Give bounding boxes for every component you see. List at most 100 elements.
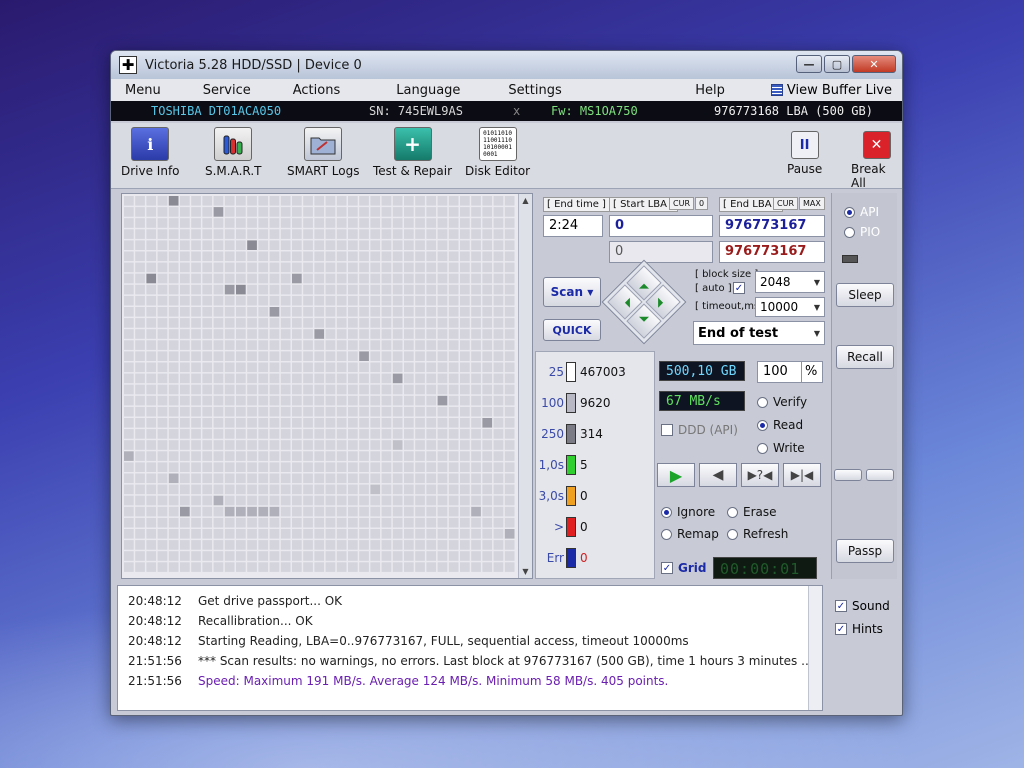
action-refresh-radio[interactable]: Refresh (727, 527, 788, 541)
grid-cell (404, 440, 414, 450)
grid-scrollbar[interactable]: ▲ ▼ (518, 194, 532, 578)
passp-button[interactable]: Passp (836, 539, 894, 563)
grid-cell (124, 473, 134, 484)
grid-cell (258, 484, 269, 495)
api-radio[interactable]: API (844, 205, 879, 219)
grid-cell (448, 273, 459, 284)
checkmark-icon: ✓ (733, 282, 745, 294)
grid-cell (392, 240, 403, 250)
mode-verify-radio[interactable]: Verify (757, 395, 807, 409)
end-button[interactable]: ▶|◀ (783, 463, 821, 487)
grid-cell (224, 340, 235, 350)
grid-cell (325, 473, 336, 484)
grid-cell (504, 462, 515, 472)
grid-cell (504, 329, 515, 339)
play-reverse-button[interactable]: ◀ (699, 463, 737, 487)
block-size-select[interactable]: 2048 ▼ (755, 271, 825, 293)
grid-cell (359, 551, 369, 561)
play-forward-button[interactable]: ▶ (657, 463, 695, 487)
end-cur-button[interactable]: CUR (773, 197, 798, 210)
end-of-test-select[interactable]: End of test ▼ (693, 321, 825, 345)
grid-cell (392, 207, 403, 217)
menu-language[interactable]: Language (386, 83, 470, 98)
grid-cell (381, 196, 392, 206)
grid-cell (348, 562, 358, 572)
smart-button[interactable]: S.M.A.R.T (205, 127, 261, 178)
timeout-select[interactable]: 10000 ▼ (755, 297, 825, 317)
menu-menu[interactable]: Menu (115, 83, 171, 98)
grid-checkbox[interactable]: ✓ Grid (661, 561, 706, 575)
grid-cell (471, 517, 481, 528)
mode-read-radio[interactable]: Read (757, 418, 803, 432)
grid-cell (325, 284, 336, 295)
smart-logs-button[interactable]: SMART Logs (287, 127, 359, 178)
grid-cell (157, 340, 168, 350)
grid-cell (404, 273, 414, 284)
grid-cell (448, 318, 459, 328)
break-all-button[interactable]: ✕ Break All (851, 131, 902, 190)
grid-cell (448, 362, 459, 373)
start-lba-field[interactable]: 0 (609, 215, 713, 237)
grid-cell (392, 373, 403, 384)
grid-cell (437, 484, 448, 495)
pio-radio[interactable]: PIO (844, 225, 880, 239)
grid-cell (314, 295, 325, 306)
disk-editor-button[interactable]: 01011010 11001110 10100001 0001 Disk Edi… (465, 127, 530, 178)
hints-checkbox[interactable]: ✓ Hints (835, 622, 883, 636)
close-button[interactable]: ✕ (852, 55, 896, 73)
grid-cell (392, 462, 403, 472)
grid-cell (415, 484, 425, 495)
grid-cell (269, 406, 280, 417)
action-ignore-radio[interactable]: Ignore (661, 505, 715, 519)
action-erase-radio[interactable]: Erase (727, 505, 777, 519)
sleep-button[interactable]: Sleep (836, 283, 894, 307)
skip-button[interactable]: ▶?◀ (741, 463, 779, 487)
end-time-field[interactable]: 2:24 (543, 215, 603, 237)
menu-service[interactable]: Service (193, 83, 261, 98)
test-repair-button[interactable]: + Test & Repair (373, 127, 452, 178)
maximize-button[interactable]: ▢ (824, 55, 850, 73)
grid-cell (314, 351, 325, 361)
view-buffer-live-button[interactable]: View Buffer Live (770, 83, 902, 98)
grid-cell (213, 540, 224, 550)
grid-cell (482, 262, 493, 273)
log-scrollbar[interactable] (808, 586, 822, 710)
menu-help[interactable]: Help (685, 83, 735, 98)
grid-cell (336, 406, 347, 417)
pause-button[interactable]: II Pause (787, 131, 822, 176)
menu-actions[interactable]: Actions (283, 83, 351, 98)
grid-cell (224, 295, 235, 306)
grid-cell (381, 362, 392, 373)
grid-cell (146, 251, 157, 262)
grid-cell (448, 462, 459, 472)
quick-button[interactable]: QUICK (543, 319, 601, 341)
grid-cell (292, 540, 302, 550)
end-max-button[interactable]: MAX (799, 197, 825, 210)
grid-cell (415, 506, 425, 517)
grid-cell (157, 395, 168, 406)
grid-cell (404, 473, 414, 484)
grid-cell (303, 384, 313, 395)
drive-close-x[interactable]: x (513, 104, 520, 118)
start-cur-button[interactable]: CUR (669, 197, 694, 210)
ddd-api-checkbox[interactable]: DDD (API) (661, 423, 738, 437)
grid-cell (471, 384, 481, 395)
recall-button[interactable]: Recall (836, 345, 894, 369)
menu-settings[interactable]: Settings (498, 83, 571, 98)
pause-icon: II (790, 131, 819, 159)
minimize-button[interactable]: — (796, 55, 822, 73)
side-small-button-1[interactable] (834, 469, 862, 481)
grid-cell (258, 551, 269, 561)
action-remap-radio[interactable]: Remap (661, 527, 719, 541)
refresh-label: Refresh (743, 527, 789, 541)
grid-cell (303, 517, 313, 528)
end-lba-field[interactable]: 976773167 (719, 215, 825, 237)
auto-checkbox[interactable]: ✓ (733, 282, 745, 294)
side-small-button-2[interactable] (866, 469, 894, 481)
start-zero-button[interactable]: 0 (695, 197, 709, 210)
drive-info-button[interactable]: i Drive Info (121, 127, 180, 178)
mode-write-radio[interactable]: Write (757, 441, 805, 455)
scan-button[interactable]: Scan ▼ (543, 277, 601, 307)
grid-cell (191, 318, 201, 328)
sound-checkbox[interactable]: ✓ Sound (835, 599, 890, 613)
